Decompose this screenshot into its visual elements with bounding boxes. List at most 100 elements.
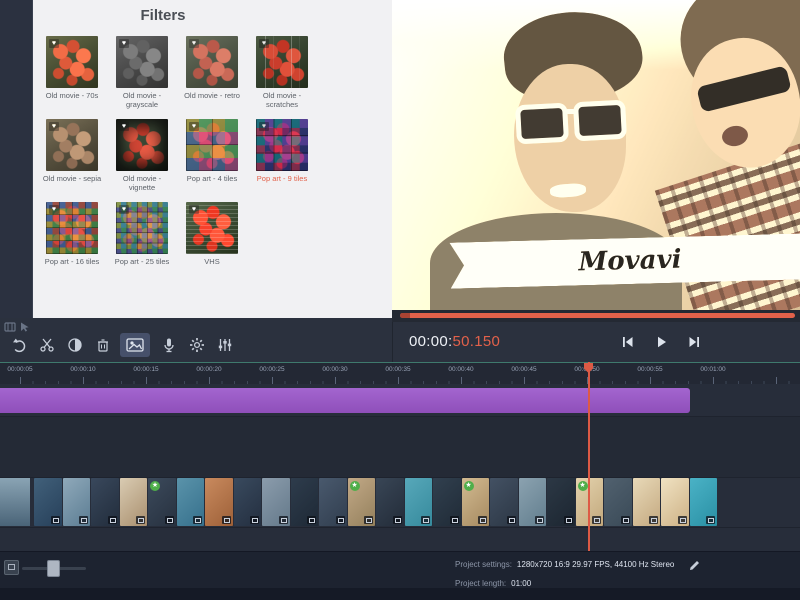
mini-tool-icon-1[interactable] [3, 320, 16, 333]
clip-type-icon [564, 516, 573, 524]
filter-thumbnail: ♥ [186, 36, 238, 88]
project-length-label: Project length: [455, 579, 506, 588]
star-badge-icon: ★ [150, 481, 160, 491]
timeline-clip[interactable] [490, 478, 518, 526]
timeline-clip[interactable] [547, 478, 575, 526]
filters-tool-button[interactable] [214, 334, 236, 356]
playhead[interactable] [588, 362, 590, 551]
image-tool-button[interactable] [120, 333, 150, 357]
filter-thumbnail: ♥ [186, 202, 238, 254]
favorite-heart-icon[interactable]: ♥ [49, 205, 59, 214]
play-button[interactable] [648, 331, 674, 353]
delete-button[interactable] [92, 334, 114, 356]
sunglasses-shape [515, 103, 569, 145]
timeline-clip[interactable] [690, 478, 718, 526]
clip-type-icon [706, 516, 715, 524]
timeline-clip-partial[interactable] [0, 478, 30, 526]
bottom-strip [0, 588, 800, 600]
filter-item-old-movie-grayscale[interactable]: ♥ Old movie - grayscale [109, 36, 175, 110]
previous-frame-button[interactable] [615, 331, 641, 353]
clip-type-icon [507, 516, 516, 524]
favorite-heart-icon[interactable]: ♥ [119, 122, 129, 131]
microphone-icon [161, 337, 177, 353]
timeline-clip[interactable] [177, 478, 205, 526]
favorite-heart-icon[interactable]: ♥ [49, 122, 59, 131]
favorite-heart-icon[interactable]: ♥ [119, 205, 129, 214]
preview-frame: Movavi [392, 0, 800, 310]
timeline-clip[interactable] [63, 478, 91, 526]
filter-item-pop-art-4-tiles[interactable]: ♥ Pop art - 4 tiles [179, 119, 245, 183]
timeline-clip[interactable] [433, 478, 461, 526]
left-rail [0, 0, 33, 318]
clip-type-icon [279, 516, 288, 524]
timeline-clip[interactable] [633, 478, 661, 526]
timeline-clip[interactable] [319, 478, 347, 526]
timeline-clip[interactable] [120, 478, 148, 526]
mini-tool-icon-2[interactable] [18, 320, 31, 333]
timeline-clip[interactable]: ★ [462, 478, 490, 526]
timeline-clip[interactable] [604, 478, 632, 526]
next-frame-icon [687, 335, 701, 349]
favorite-heart-icon[interactable]: ♥ [119, 39, 129, 48]
clip-type-icon [165, 516, 174, 524]
timeline-clip[interactable] [234, 478, 262, 526]
timeline-clip[interactable] [376, 478, 404, 526]
record-voice-button[interactable] [158, 334, 180, 356]
filter-item-old-movie-vignette[interactable]: ♥ Old movie - vignette [109, 119, 175, 193]
timeline-clip[interactable]: ★ [148, 478, 176, 526]
zoom-fit-button[interactable] [4, 560, 19, 575]
favorite-heart-icon[interactable]: ♥ [189, 122, 199, 131]
title-track-clip[interactable] [0, 388, 690, 413]
filter-item-old-movie-sepia[interactable]: ♥ Old movie - sepia [39, 119, 105, 183]
split-button[interactable] [36, 334, 58, 356]
filter-label: Old movie - retro [179, 91, 245, 100]
track-divider [0, 527, 800, 528]
favorite-heart-icon[interactable]: ♥ [49, 39, 59, 48]
seek-bar[interactable] [392, 310, 800, 322]
edit-settings-icon[interactable] [689, 558, 701, 571]
filter-item-vhs[interactable]: ♥ VHS [179, 202, 245, 266]
favorite-heart-icon[interactable]: ♥ [259, 122, 269, 131]
timeline-clip[interactable] [91, 478, 119, 526]
filter-label: Old movie - sepia [39, 174, 105, 183]
clip-type-icon [364, 516, 373, 524]
filter-item-old-movie-retro[interactable]: ♥ Old movie - retro [179, 36, 245, 100]
filter-item-old-movie-70s[interactable]: ♥ Old movie - 70s [39, 36, 105, 100]
filter-item-pop-art-25-tiles[interactable]: ♥ Pop art - 25 tiles [109, 202, 175, 266]
favorite-heart-icon[interactable]: ♥ [189, 39, 199, 48]
filter-label: VHS [179, 257, 245, 266]
undo-button[interactable] [8, 334, 30, 356]
zoom-slider-handle[interactable] [47, 560, 60, 577]
timeline-clip[interactable]: ★ [348, 478, 376, 526]
previous-frame-icon [621, 335, 635, 349]
clip-type-icon [51, 516, 60, 524]
filter-label: Old movie - vignette [109, 174, 175, 193]
clip-properties-button[interactable] [186, 334, 208, 356]
filter-thumbnail: ♥ [46, 119, 98, 171]
timeline-ruler[interactable]: 00:00:05 00:00:10 00:00:15 00:00:20 00:0… [0, 362, 800, 385]
status-bar: Project settings: 1280x720 16:9 29.97 FP… [0, 551, 800, 600]
timeline-clip[interactable] [519, 478, 547, 526]
clip-type-icon [108, 516, 117, 524]
favorite-heart-icon[interactable]: ♥ [259, 39, 269, 48]
filter-item-pop-art-16-tiles[interactable]: ♥ Pop art - 16 tiles [39, 202, 105, 266]
color-adjust-button[interactable] [64, 334, 86, 356]
timeline-clip[interactable] [34, 478, 62, 526]
timeline-clip[interactable] [661, 478, 689, 526]
next-frame-button[interactable] [681, 331, 707, 353]
watermark-ribbon: Movavi [449, 233, 800, 288]
timeline-clip[interactable] [291, 478, 319, 526]
filter-item-pop-art-9-tiles[interactable]: ♥ Pop art - 9 tiles [249, 119, 315, 183]
timeline-clip[interactable] [405, 478, 433, 526]
clip-type-icon [421, 516, 430, 524]
filter-label-selected: Pop art - 9 tiles [249, 174, 315, 183]
clip-type-icon [592, 516, 601, 524]
project-settings-value: 1280x720 16:9 29.97 FPS, 44100 Hz Stereo [517, 560, 674, 569]
project-length-value: 01:00 [511, 579, 531, 588]
seek-progress [400, 313, 795, 318]
filter-item-old-movie-scratches[interactable]: ♥ Old movie - scratches [249, 36, 315, 110]
timeline-clip[interactable] [262, 478, 290, 526]
timeline-clip[interactable] [205, 478, 233, 526]
favorite-heart-icon[interactable]: ♥ [189, 205, 199, 214]
star-badge-icon: ★ [464, 481, 474, 491]
